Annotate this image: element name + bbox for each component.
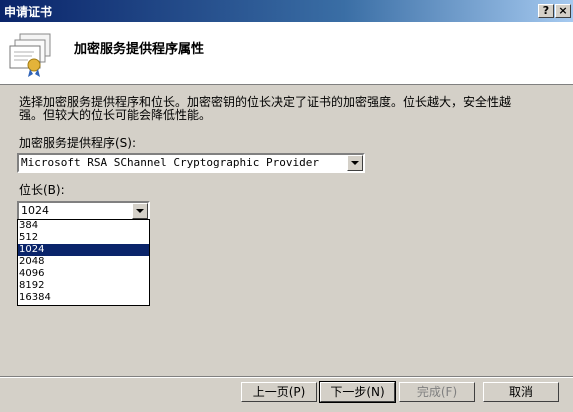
window-title: 申请证书 <box>4 5 53 19</box>
certificate-icon <box>9 33 51 77</box>
help-button[interactable]: ? <box>538 4 554 18</box>
keylength-option-selected[interactable]: 1024 <box>18 244 149 256</box>
keylength-option[interactable]: 384 <box>18 220 149 232</box>
csp-selected-value: Microsoft RSA SChannel Cryptographic Pro… <box>21 156 320 169</box>
keylength-select[interactable]: 1024 <box>17 201 150 221</box>
keylength-dropdown-list[interactable]: 384 512 1024 2048 4096 8192 16384 <box>17 219 150 306</box>
keylength-option[interactable]: 8192 <box>18 280 149 292</box>
keylength-option[interactable]: 2048 <box>18 256 149 268</box>
title-bar[interactable]: 申请证书 ? × <box>0 0 573 22</box>
next-button[interactable]: 下一步(N) <box>319 381 396 403</box>
wizard-header: 加密服务提供程序属性 <box>0 22 573 85</box>
footer-divider <box>0 376 573 378</box>
page-title: 加密服务提供程序属性 <box>74 42 205 57</box>
request-certificate-dialog: 申请证书 ? × 加密服务提供程序属性 选择加密服务提供程序和位长。加密密钥的位… <box>0 0 573 412</box>
back-button[interactable]: 上一页(P) <box>241 382 317 402</box>
chevron-down-icon[interactable] <box>132 203 148 219</box>
description-text: 选择加密服务提供程序和位长。加密密钥的位长决定了证书的加密强度。位长越大，安全性… <box>19 95 512 122</box>
keylength-option[interactable]: 4096 <box>18 268 149 280</box>
keylength-selected-value: 1024 <box>21 204 49 217</box>
keylength-label: 位长(B): <box>19 183 65 197</box>
csp-select[interactable]: Microsoft RSA SChannel Cryptographic Pro… <box>17 153 365 173</box>
finish-button[interactable]: 完成(F) <box>399 382 475 402</box>
chevron-down-icon[interactable] <box>347 155 363 171</box>
keylength-option[interactable]: 512 <box>18 232 149 244</box>
close-button[interactable]: × <box>555 4 571 18</box>
cancel-button[interactable]: 取消 <box>483 382 559 402</box>
csp-label: 加密服务提供程序(S): <box>19 136 137 150</box>
keylength-option[interactable]: 16384 <box>18 292 149 304</box>
